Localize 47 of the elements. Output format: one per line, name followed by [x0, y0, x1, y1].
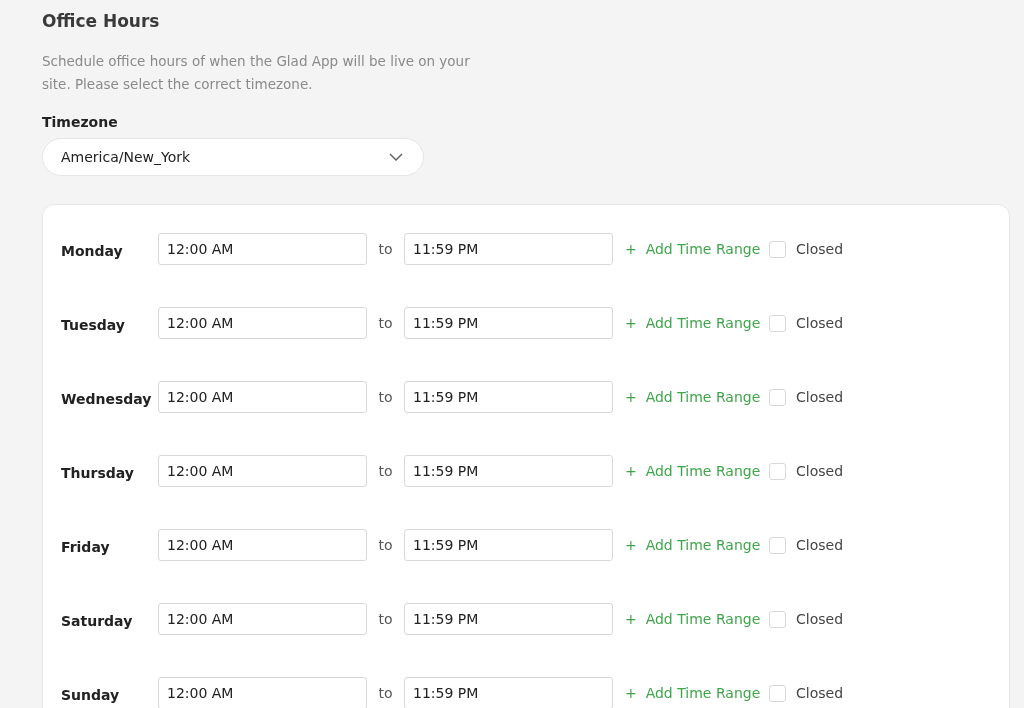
closed-label: Closed — [796, 611, 844, 627]
start-time-field[interactable]: 12:00 AM — [158, 603, 367, 635]
description: Schedule office hours of when the Glad App will be live on your site. Please select the correct timezone. — [42, 52, 471, 94]
to-label: to — [377, 685, 394, 701]
end-time-field[interactable]: 11:59 PM — [404, 603, 613, 635]
start-time-field[interactable]: 12:00 AM — [158, 381, 367, 413]
end-time-field[interactable]: 11:59 PM — [404, 307, 613, 339]
closed-checkbox[interactable] — [769, 388, 786, 406]
closed-label: Closed — [796, 241, 844, 257]
day-label: Wednesday — [61, 390, 153, 407]
timezone-label: Timezone — [42, 113, 119, 131]
closed-checkbox[interactable] — [769, 240, 786, 258]
day-label: Monday — [61, 242, 124, 259]
closed-checkbox[interactable] — [769, 610, 786, 628]
to-label: to — [377, 389, 394, 405]
day-label: Friday — [61, 538, 111, 555]
end-time-field[interactable]: 11:59 PM — [404, 381, 613, 413]
end-time-field[interactable]: 11:59 PM — [404, 529, 613, 561]
page-title: Office Hours — [42, 10, 161, 32]
to-label: to — [377, 315, 394, 331]
start-time-field[interactable]: 12:00 AM — [158, 529, 367, 561]
closed-label: Closed — [796, 463, 844, 479]
start-time-field[interactable]: 12:00 AM — [158, 455, 367, 487]
end-time-field[interactable]: 11:59 PM — [404, 455, 613, 487]
chevron-down-icon — [389, 153, 403, 161]
closed-label: Closed — [796, 537, 844, 553]
to-label: to — [377, 463, 394, 479]
start-time-field[interactable]: 12:00 AM — [158, 677, 367, 708]
closed-checkbox[interactable] — [769, 462, 786, 480]
timezone-select[interactable]: America/New_York — [42, 138, 424, 176]
closed-checkbox[interactable] — [769, 684, 786, 702]
closed-label: Closed — [796, 315, 844, 331]
to-label: to — [377, 537, 394, 553]
end-time-field[interactable]: 11:59 PM — [404, 677, 613, 708]
closed-label: Closed — [796, 389, 844, 405]
day-label: Sunday — [61, 686, 121, 703]
day-label: Tuesday — [61, 316, 126, 333]
end-time-field[interactable]: 11:59 PM — [404, 233, 613, 265]
day-label: Thursday — [61, 464, 135, 481]
closed-checkbox[interactable] — [769, 314, 786, 332]
closed-checkbox[interactable] — [769, 536, 786, 554]
day-label: Saturday — [61, 612, 134, 629]
closed-label: Closed — [796, 685, 844, 701]
start-time-field[interactable]: 12:00 AM — [158, 233, 367, 265]
to-label: to — [377, 241, 394, 257]
start-time-field[interactable]: 12:00 AM — [158, 307, 367, 339]
to-label: to — [377, 611, 394, 627]
